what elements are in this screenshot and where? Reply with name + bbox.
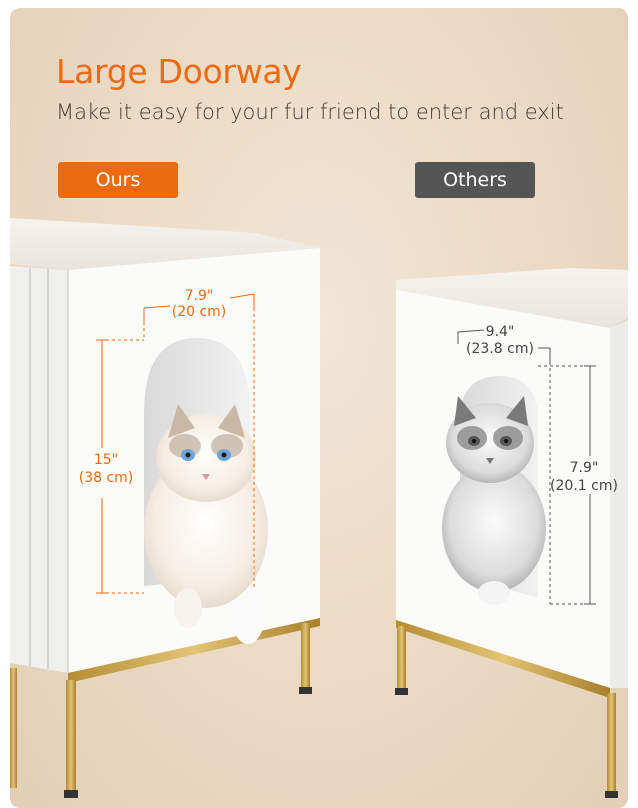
ours-width-inches: 7.9" [185, 288, 214, 304]
others-width-inches: 9.4" [486, 324, 515, 340]
ours-label-badge: Ours [58, 162, 178, 198]
others-label-badge: Others [415, 162, 535, 198]
product-comparison-card: 7.9" (20 cm) 15" (38 cm) 9.4" (23.8 cm) … [10, 8, 628, 808]
page-title: Large Doorway [56, 52, 302, 91]
others-width-cm: (23.8 cm) [466, 341, 534, 357]
ours-height-cm: (38 cm) [79, 470, 134, 486]
others-height-inches: 7.9" [570, 460, 599, 476]
page-subtitle: Make it easy for your fur friend to ente… [56, 100, 564, 124]
others-cat-illustration [442, 396, 546, 605]
ours-height-inches: 15" [94, 452, 118, 468]
ours-width-cm: (20 cm) [172, 304, 227, 320]
others-height-cm: (20.1 cm) [550, 478, 618, 494]
comparison-illustration: 7.9" (20 cm) 15" (38 cm) 9.4" (23.8 cm) … [10, 218, 628, 798]
